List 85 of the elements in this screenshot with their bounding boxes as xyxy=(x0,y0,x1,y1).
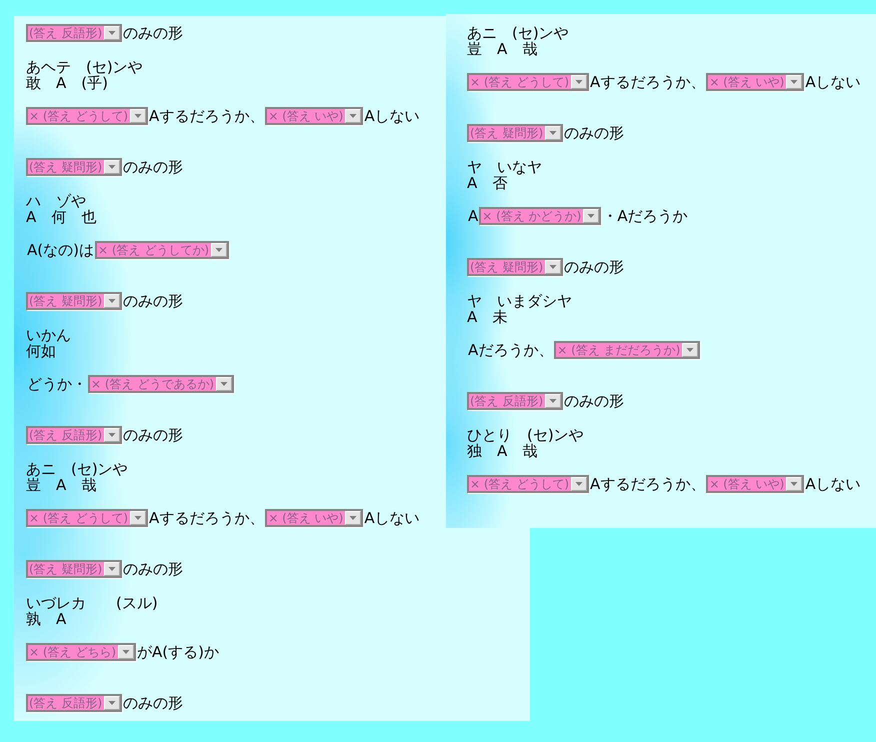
answer-dropdown[interactable]: × (答え どうして) xyxy=(467,475,590,493)
caret-icon[interactable] xyxy=(104,26,120,40)
answer-text: A(なの)は xyxy=(27,240,94,260)
caret-icon[interactable] xyxy=(104,428,120,442)
answer-dropdown[interactable]: (答え 疑問形) xyxy=(467,258,564,276)
answer-dropdown[interactable]: × (答え まだだろうか) xyxy=(554,341,700,359)
caret-icon[interactable] xyxy=(345,511,362,525)
answer-text: Aしない xyxy=(364,106,420,126)
caret-icon[interactable] xyxy=(545,126,562,140)
reading-kana-text: ヤ いなヤ xyxy=(467,159,542,175)
caret-icon[interactable] xyxy=(104,696,120,710)
kanbun-text: 孰 A xyxy=(26,611,66,627)
answer-dropdown[interactable]: × (答え どうであるか) xyxy=(88,375,234,393)
answer-dropdown[interactable]: (答え 反語形) xyxy=(26,24,122,42)
answer-dropdown[interactable]: (答え 反語形) xyxy=(26,426,122,444)
caret-icon[interactable] xyxy=(104,294,120,308)
answer-text: がA(する)か xyxy=(137,642,220,662)
kanbun-text: A 何 也 xyxy=(26,209,96,225)
reading-kana-text: ハ ゾや xyxy=(26,193,86,209)
answer-dropdown[interactable]: × (答え どうして) xyxy=(26,107,148,125)
caret-icon[interactable] xyxy=(682,343,698,357)
answer-text: のみの形 xyxy=(564,257,624,277)
answer-text: のみの形 xyxy=(123,693,184,713)
answer-text: ・Aだろうか xyxy=(602,206,688,226)
caret-icon[interactable] xyxy=(104,160,120,174)
reading-kana-text: いかん xyxy=(26,327,71,343)
answer-text: A xyxy=(468,206,478,226)
answer-text: Aするだろうか、 xyxy=(590,72,706,92)
kanbun-text: 何如 xyxy=(26,343,56,359)
answer-dropdown[interactable]: × (答え いや) xyxy=(706,475,804,493)
caret-icon[interactable] xyxy=(786,477,802,491)
caret-icon[interactable] xyxy=(345,109,362,123)
reading-kana-text: あヘテ (セ)ンや xyxy=(26,59,143,75)
answer-dropdown[interactable]: × (答え どうしてか) xyxy=(94,241,230,259)
caret-icon[interactable] xyxy=(216,377,232,391)
reading-kana-text: あニ (セ)ンや xyxy=(26,461,128,477)
answer-text: Aしない xyxy=(805,72,861,92)
answer-text: Aするだろうか、 xyxy=(590,474,706,494)
kanbun-text: A 否 xyxy=(467,175,508,191)
reading-kana-text: あニ (セ)ンや xyxy=(467,25,569,41)
kanbun-text: 独 A 哉 xyxy=(467,443,538,459)
answer-dropdown[interactable]: (答え 疑問形) xyxy=(467,124,564,142)
answer-dropdown[interactable]: × (答え どうして) xyxy=(26,509,148,527)
answer-dropdown[interactable]: (答え 疑問形) xyxy=(26,292,122,310)
answer-text: Aしない xyxy=(364,508,420,528)
caret-icon[interactable] xyxy=(545,394,562,408)
answer-text: どうか・ xyxy=(27,374,87,394)
caret-icon[interactable] xyxy=(211,243,228,257)
answer-dropdown[interactable]: (答え 疑問形) xyxy=(26,560,122,578)
caret-icon[interactable] xyxy=(118,645,134,659)
answer-text: のみの形 xyxy=(123,291,184,311)
answer-text: のみの形 xyxy=(564,391,624,411)
answer-text: のみの形 xyxy=(123,559,184,579)
kanbun-text: 豈 A 哉 xyxy=(467,41,538,57)
answer-dropdown[interactable]: (答え 疑問形) xyxy=(26,158,122,176)
answer-dropdown[interactable]: × (答え いや) xyxy=(706,73,804,91)
kanbun-text: 敢 A (乎) xyxy=(26,75,108,91)
answer-text: のみの形 xyxy=(123,425,184,445)
caret-icon[interactable] xyxy=(104,562,120,576)
answer-dropdown[interactable]: × (答え どちら) xyxy=(26,643,136,661)
answer-dropdown[interactable]: × (答え かどうか) xyxy=(479,207,602,225)
answer-text: Aするだろうか、 xyxy=(149,508,264,528)
answer-dropdown[interactable]: (答え 反語形) xyxy=(467,392,564,410)
reading-kana-text: ヤ いまダシヤ xyxy=(467,293,572,309)
caret-icon[interactable] xyxy=(786,75,802,89)
answer-dropdown[interactable]: × (答え どうして) xyxy=(467,73,590,91)
caret-icon[interactable] xyxy=(545,260,562,274)
answer-dropdown[interactable]: (答え 反語形) xyxy=(26,694,122,712)
kanbun-text: 豈 A 哉 xyxy=(26,477,96,493)
answer-text: Aしない xyxy=(805,474,861,494)
kanbun-text: A 未 xyxy=(467,309,508,325)
answer-text: Aだろうか、 xyxy=(468,340,554,360)
caret-icon[interactable] xyxy=(130,109,146,123)
caret-icon[interactable] xyxy=(583,209,600,223)
answer-dropdown[interactable]: × (答え いや) xyxy=(265,107,364,125)
reading-kana-text: いづレカ (スル) xyxy=(26,595,158,611)
caret-icon[interactable] xyxy=(571,477,588,491)
answer-text: Aするだろうか、 xyxy=(149,106,264,126)
caret-icon[interactable] xyxy=(130,511,146,525)
reading-kana-text: ひとり (セ)ンや xyxy=(467,427,584,443)
answer-text: のみの形 xyxy=(123,23,184,43)
caret-icon[interactable] xyxy=(571,75,588,89)
answer-dropdown[interactable]: × (答え いや) xyxy=(265,509,364,527)
answer-text: のみの形 xyxy=(123,157,184,177)
answer-text: のみの形 xyxy=(564,123,624,143)
